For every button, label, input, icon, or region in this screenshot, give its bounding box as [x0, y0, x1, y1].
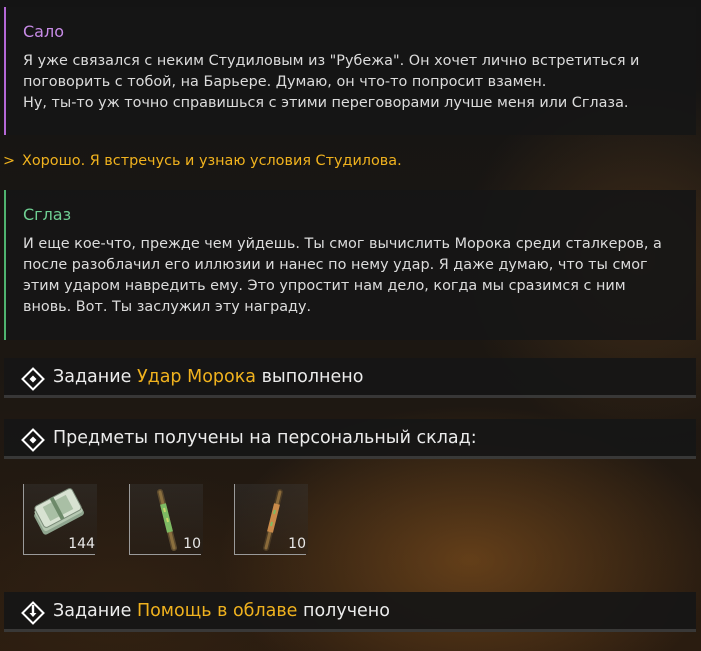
diamond-exclamation-icon: [21, 601, 45, 625]
reply-text: Хорошо. Я встречусь и узнаю условия Студ…: [22, 153, 402, 169]
dialogue-entry-sglaz: Сглаз И еще кое-что, прежде чем уйдешь. …: [4, 190, 696, 340]
notice-prefix: Задание: [53, 601, 132, 621]
notice-prefix: Задание: [53, 367, 132, 387]
quest-name: Помощь в облаве: [136, 601, 298, 621]
reward-item-orange-stick[interactable]: 10: [234, 484, 308, 555]
quest-completed-notice: Задание Удар Морока выполнено: [4, 358, 696, 398]
notice-text: Предметы получены на персональный склад:: [53, 428, 477, 448]
notice-suffix: выполнено: [261, 367, 364, 387]
quest-received-notice: Задание Помощь в облаве получено: [4, 592, 696, 632]
reply-marker: >: [3, 153, 16, 169]
dialogue-text: И еще кое-что, прежде чем уйдешь. Ты смо…: [23, 236, 662, 315]
diamond-target-icon: [21, 367, 45, 391]
diamond-target-icon: [21, 428, 45, 452]
slot-border-left: [129, 484, 130, 554]
speaker-accent-bar: [4, 7, 6, 135]
notice-suffix: получено: [303, 601, 390, 621]
item-count: 144: [68, 536, 95, 552]
item-count: 10: [183, 536, 201, 552]
notice-text: Задание Помощь в облаве получено: [53, 601, 390, 621]
notice-text: Задание Удар Морока выполнено: [53, 367, 363, 387]
slot-border-left: [234, 484, 235, 554]
slot-border-bottom: [129, 554, 201, 555]
speaker-name: Сглаз: [23, 205, 72, 224]
speaker-accent-bar: [4, 190, 6, 340]
money-bundle-icon: [34, 488, 84, 535]
dialogue-entry-salo: Сало Я уже связался с неким Студиловым и…: [4, 7, 696, 135]
slot-border-bottom: [234, 554, 306, 555]
slot-border-bottom: [23, 554, 95, 555]
reward-item-green-stick[interactable]: 10: [129, 484, 203, 555]
item-count: 10: [288, 536, 306, 552]
reward-item-money[interactable]: 144: [23, 484, 97, 555]
slot-border-left: [23, 484, 24, 554]
speaker-name: Сало: [23, 22, 64, 41]
items-received-notice: Предметы получены на персональный склад:: [4, 419, 696, 459]
dialogue-text: Я уже связался с неким Студиловым из "Ру…: [23, 53, 640, 111]
quest-name: Удар Морока: [136, 367, 257, 387]
